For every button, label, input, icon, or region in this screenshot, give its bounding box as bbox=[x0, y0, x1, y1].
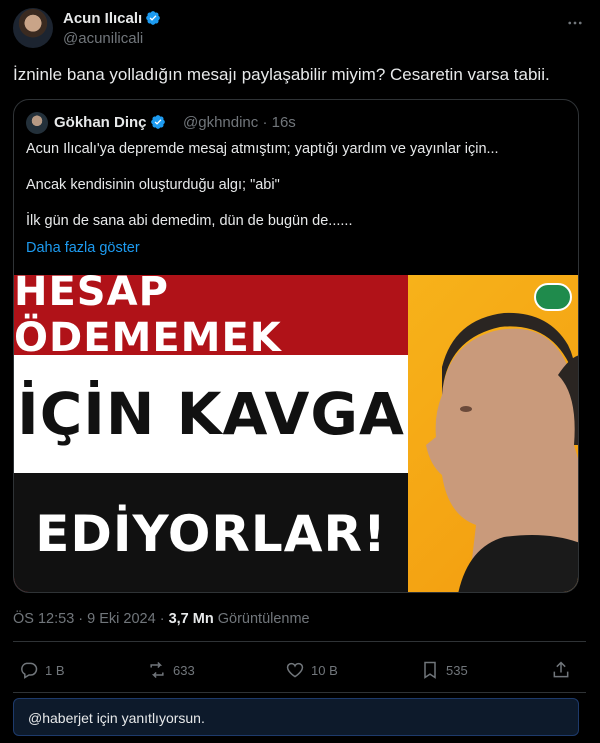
verified-badge-icon bbox=[146, 11, 161, 25]
views-count: 3,7 Mn bbox=[168, 611, 214, 627]
author-handle[interactable]: @acunilicali bbox=[63, 30, 143, 47]
bookmark-button[interactable]: 535 bbox=[420, 650, 468, 690]
share-icon bbox=[553, 661, 569, 678]
views-label: Görüntülenme bbox=[217, 611, 310, 627]
tweet-time[interactable]: ÖS 12:53 bbox=[13, 611, 74, 627]
headline-banner: HESAP ÖDEMEMEK İÇİN KAVGA EDİYORLAR! bbox=[14, 275, 408, 592]
man-profile-illustration bbox=[426, 312, 578, 592]
bookmark-count: 535 bbox=[446, 662, 468, 678]
separator-dot: · bbox=[159, 611, 169, 627]
author-avatar[interactable] bbox=[13, 8, 53, 48]
like-count: 10 B bbox=[311, 662, 338, 678]
replying-to-bar[interactable]: @haberjet için yanıtlıyorsun. bbox=[13, 698, 579, 736]
retweet-count: 633 bbox=[173, 662, 195, 678]
portrait-panel bbox=[408, 275, 578, 592]
divider bbox=[13, 641, 586, 642]
quoted-author-name[interactable]: Gökhan Dinç bbox=[54, 114, 147, 131]
quoted-tweet-header: Gökhan Dinç @gkhndinc · 16s bbox=[26, 112, 566, 134]
quoted-age[interactable]: 16s bbox=[272, 114, 296, 131]
share-button[interactable] bbox=[551, 650, 571, 690]
tweet-author: Acun Ilıcalı @acunilicali bbox=[13, 8, 586, 50]
tweet-text: İzninle bana yolladığın mesajı paylaşabi… bbox=[13, 65, 550, 84]
channel-logo bbox=[534, 283, 572, 311]
headline-line-2: İÇİN KAVGA bbox=[14, 355, 408, 473]
quoted-avatar[interactable] bbox=[26, 112, 48, 134]
bookmark-icon bbox=[424, 661, 436, 679]
separator-dot: · bbox=[262, 114, 272, 131]
quoted-tweet-body: Acun Ilıcalı'ya depremde mesaj atmıştım;… bbox=[26, 140, 566, 231]
author-name[interactable]: Acun Ilıcalı bbox=[63, 10, 142, 27]
heart-icon bbox=[286, 662, 304, 678]
like-button[interactable]: 10 B bbox=[285, 650, 338, 690]
quoted-tweet[interactable]: Gökhan Dinç @gkhndinc · 16s Acun Ilıcalı… bbox=[13, 99, 579, 593]
retweet-icon bbox=[150, 661, 164, 679]
quoted-line: Acun Ilıcalı'ya depremde mesaj atmıştım;… bbox=[26, 141, 499, 157]
headline-line-1: HESAP ÖDEMEMEK bbox=[14, 275, 408, 361]
show-more-link[interactable]: Daha fazla göster bbox=[26, 240, 140, 256]
action-bar: 1 B 633 10 B 535 bbox=[13, 650, 586, 690]
quoted-line: İlk gün de sana abi demedim, dün de bugü… bbox=[26, 213, 353, 229]
quoted-media-image[interactable]: HESAP ÖDEMEMEK İÇİN KAVGA EDİYORLAR! bbox=[14, 275, 578, 592]
quoted-meta: @gkhndinc · 16s bbox=[183, 114, 296, 131]
quoted-line: Ancak kendisinin oluşturduğu algı; "abi" bbox=[26, 177, 280, 193]
tweet-date[interactable]: 9 Eki 2024 bbox=[87, 611, 156, 627]
tweet-timestamp: ÖS 12:53 · 9 Eki 2024 · 3,7 Mn Görüntüle… bbox=[13, 611, 310, 627]
quoted-name-row[interactable]: Gökhan Dinç bbox=[54, 114, 166, 131]
divider bbox=[13, 692, 586, 693]
author-name-row[interactable]: Acun Ilıcalı bbox=[63, 10, 161, 27]
separator-dot: · bbox=[78, 611, 88, 627]
more-options-icon[interactable] bbox=[564, 12, 586, 34]
retweet-button[interactable]: 633 bbox=[147, 650, 195, 690]
reply-count: 1 B bbox=[45, 662, 65, 678]
headline-line-3: EDİYORLAR! bbox=[14, 473, 408, 592]
reply-button[interactable]: 1 B bbox=[19, 650, 65, 690]
reply-icon bbox=[21, 662, 38, 679]
verified-badge-icon bbox=[150, 115, 165, 129]
quoted-author-handle[interactable]: @gkhndinc bbox=[183, 114, 258, 131]
